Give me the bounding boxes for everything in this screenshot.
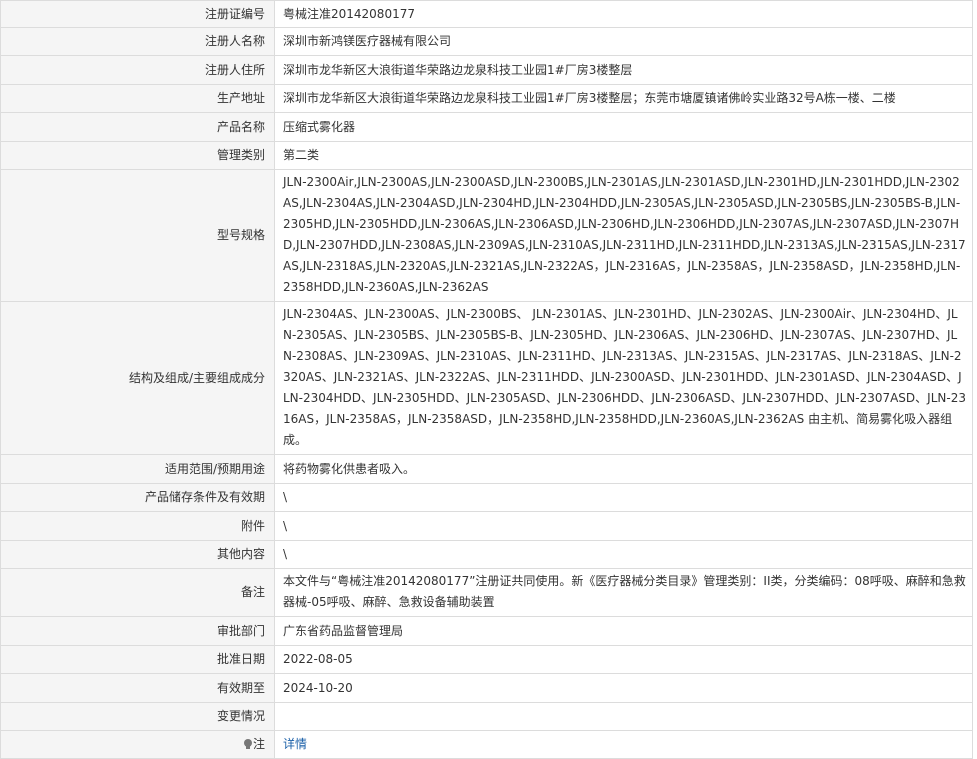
value-management-category: 第二类 <box>274 141 973 170</box>
value-other-content: \ <box>274 540 973 569</box>
row-attachments: 附件 \ <box>0 511 973 541</box>
value-registration-number: 粤械注准20142080177 <box>274 0 973 28</box>
label-valid-until: 有效期至 <box>0 673 275 703</box>
row-registration-number: 注册证编号 粤械注准20142080177 <box>0 0 973 28</box>
label-intended-use: 适用范围/预期用途 <box>0 454 275 484</box>
row-approval-department: 审批部门 广东省药品监督管理局 <box>0 616 973 646</box>
row-structure-composition: 结构及组成/主要组成成分 JLN-2304AS、JLN-2300AS、JLN-2… <box>0 301 973 455</box>
lightbulb-icon <box>243 739 252 749</box>
row-storage-conditions: 产品储存条件及有效期 \ <box>0 483 973 512</box>
row-registrant-address: 注册人住所 深圳市龙华新区大浪街道华荣路边龙泉科技工业园1#厂房3楼整层 <box>0 55 973 85</box>
label-production-address: 生产地址 <box>0 84 275 113</box>
row-approval-date: 批准日期 2022-08-05 <box>0 645 973 674</box>
value-structure-composition: JLN-2304AS、JLN-2300AS、JLN-2300BS、 JLN-23… <box>274 301 973 455</box>
label-storage-conditions: 产品储存条件及有效期 <box>0 483 275 512</box>
label-other-content: 其他内容 <box>0 540 275 569</box>
row-valid-until: 有效期至 2024-10-20 <box>0 673 973 703</box>
row-change-status: 变更情况 <box>0 702 973 731</box>
row-product-name: 产品名称 压缩式雾化器 <box>0 112 973 142</box>
label-structure-composition: 结构及组成/主要组成成分 <box>0 301 275 455</box>
label-registrant-name: 注册人名称 <box>0 27 275 56</box>
note-label-text: 注 <box>252 737 265 751</box>
value-attachments: \ <box>274 511 973 541</box>
value-note: 详情 <box>274 730 973 759</box>
value-change-status <box>274 702 973 731</box>
value-remarks: 本文件与“粤械注准20142080177”注册证共同使用。新《医疗器械分类目录》… <box>274 568 973 617</box>
label-registrant-address: 注册人住所 <box>0 55 275 85</box>
row-model-specification: 型号规格 JLN-2300Air,JLN-2300AS,JLN-2300ASD,… <box>0 169 973 302</box>
value-storage-conditions: \ <box>274 483 973 512</box>
row-remarks: 备注 本文件与“粤械注准20142080177”注册证共同使用。新《医疗器械分类… <box>0 568 973 617</box>
value-product-name: 压缩式雾化器 <box>274 112 973 142</box>
value-approval-department: 广东省药品监督管理局 <box>274 616 973 646</box>
label-approval-date: 批准日期 <box>0 645 275 674</box>
label-approval-department: 审批部门 <box>0 616 275 646</box>
row-registrant-name: 注册人名称 深圳市新鸿镁医疗器械有限公司 <box>0 27 973 56</box>
registration-info-table: 注册证编号 粤械注准20142080177 注册人名称 深圳市新鸿镁医疗器械有限… <box>0 0 973 759</box>
label-management-category: 管理类别 <box>0 141 275 170</box>
row-intended-use: 适用范围/预期用途 将药物雾化供患者吸入。 <box>0 454 973 484</box>
row-other-content: 其他内容 \ <box>0 540 973 569</box>
label-change-status: 变更情况 <box>0 702 275 731</box>
row-note: 注 详情 <box>0 730 973 759</box>
value-production-address: 深圳市龙华新区大浪街道华荣路边龙泉科技工业园1#厂房3楼整层；东莞市塘厦镇诸佛岭… <box>274 84 973 113</box>
value-intended-use: 将药物雾化供患者吸入。 <box>274 454 973 484</box>
label-attachments: 附件 <box>0 511 275 541</box>
label-registration-number: 注册证编号 <box>0 0 275 28</box>
label-model-specification: 型号规格 <box>0 169 275 302</box>
row-management-category: 管理类别 第二类 <box>0 141 973 170</box>
value-registrant-name: 深圳市新鸿镁医疗器械有限公司 <box>274 27 973 56</box>
row-production-address: 生产地址 深圳市龙华新区大浪街道华荣路边龙泉科技工业园1#厂房3楼整层；东莞市塘… <box>0 84 973 113</box>
label-note: 注 <box>0 730 275 759</box>
value-approval-date: 2022-08-05 <box>274 645 973 674</box>
value-valid-until: 2024-10-20 <box>274 673 973 703</box>
value-model-specification: JLN-2300Air,JLN-2300AS,JLN-2300ASD,JLN-2… <box>274 169 973 302</box>
label-product-name: 产品名称 <box>0 112 275 142</box>
value-registrant-address: 深圳市龙华新区大浪街道华荣路边龙泉科技工业园1#厂房3楼整层 <box>274 55 973 85</box>
label-remarks: 备注 <box>0 568 275 617</box>
details-link[interactable]: 详情 <box>283 737 307 751</box>
